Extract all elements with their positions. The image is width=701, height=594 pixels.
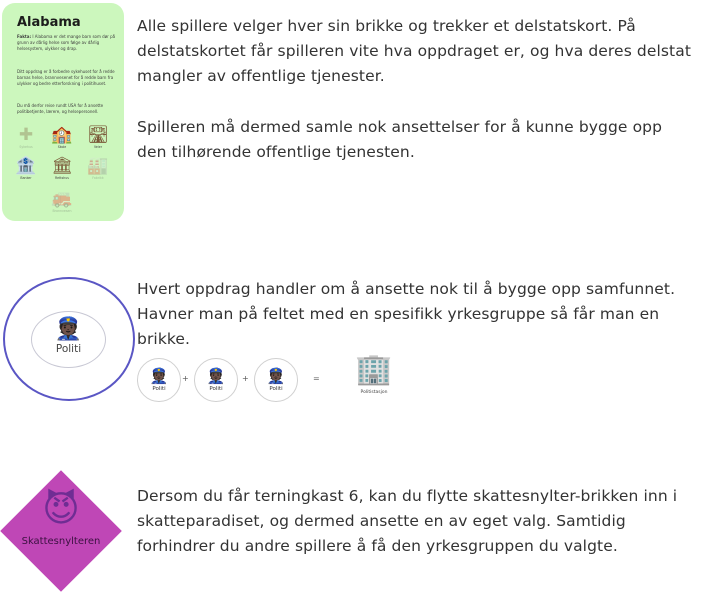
hospital-icon: ✚ [18, 125, 34, 145]
tax-evader-piece: 😈 Skattesnylteren [0, 478, 122, 584]
state-card-mission: Ditt oppdrag er å forbedre sykehuset for… [17, 69, 115, 86]
tax-evader-label: Skattesnylteren [21, 536, 101, 547]
police-station: 🏢 Politistasjon [348, 352, 400, 402]
service-label: Skole [57, 145, 67, 149]
police-officer-icon: 👮🏿 [266, 367, 286, 385]
tax-evader-paragraph: Dersom du får terningkast 6, kan du flyt… [137, 487, 678, 555]
equals-sign: = [313, 374, 320, 383]
service-label: Rettshus [55, 176, 69, 180]
courthouse-icon: 🏛 [51, 156, 73, 176]
state-card-fact: Fakta: I Alabama er det mange barn som d… [17, 34, 117, 51]
service-factory: 🏭 Fabrikk [84, 156, 112, 184]
fact-text: I Alabama er det mange barn som dør på g… [17, 34, 116, 51]
fact-label: Fakta: [17, 34, 32, 39]
service-label: Brannvesen [52, 209, 72, 213]
service-school: 🏫 Skole [48, 125, 76, 153]
police-officer-icon: 👮🏿 [54, 317, 83, 342]
service-label: Veier [93, 145, 103, 149]
police-officer-icon: 👮🏿 [149, 367, 169, 385]
state-card-alabama: Alabama Fakta: I Alabama er det mange ba… [2, 3, 124, 221]
state-card-title: Alabama [17, 15, 81, 30]
service-bank: 🏦 Banker [12, 156, 40, 184]
politi-token-3: 👮🏿 Politi [254, 358, 298, 402]
school-icon: 🏫 [51, 125, 73, 145]
politi-token-1: 👮🏿 Politi [137, 358, 181, 402]
service-roads: 🛣 Veier [84, 125, 112, 153]
road-icon: 🛣 [87, 125, 109, 145]
board-space-politi: 👮🏿 Politi [3, 277, 135, 401]
employment-paragraph: Spilleren må dermed samle nok ansettelse… [137, 118, 663, 161]
board-space-label: Politi [55, 343, 82, 355]
politi-token-2: 👮🏿 Politi [194, 358, 238, 402]
police-officer-icon: 👮🏿 [206, 367, 226, 385]
police-station-label: Politistasjon [360, 390, 388, 395]
state-card-travel: Du må derfor reise rundt USA for å anset… [17, 103, 104, 114]
service-label: Sykehus [19, 145, 33, 149]
devil-icon: 😈 [42, 489, 80, 530]
service-hospital: ✚ Sykehus [12, 125, 40, 153]
police-station-icon: 🏢 [355, 352, 393, 387]
mission-paragraph: Hvert oppdrag handler om å ansette nok t… [137, 280, 676, 348]
service-fire-department: 🚒 Brannvesen [48, 189, 76, 217]
service-label: Banker [20, 176, 32, 180]
intro-paragraph: Alle spillere velger hver sin brikke og … [137, 17, 692, 85]
token-label: Politi [269, 386, 283, 392]
factory-icon: 🏭 [87, 156, 109, 176]
plus-sign: + [242, 374, 249, 383]
board-space-inner: 👮🏿 Politi [31, 311, 106, 368]
fire-truck-icon: 🚒 [51, 189, 73, 209]
token-label: Politi [209, 386, 223, 392]
token-label: Politi [152, 386, 166, 392]
plus-sign: + [182, 374, 189, 383]
service-courthouse: 🏛 Rettshus [48, 156, 76, 184]
service-label: Fabrikk [92, 176, 104, 180]
bank-icon: 🏦 [15, 156, 37, 176]
